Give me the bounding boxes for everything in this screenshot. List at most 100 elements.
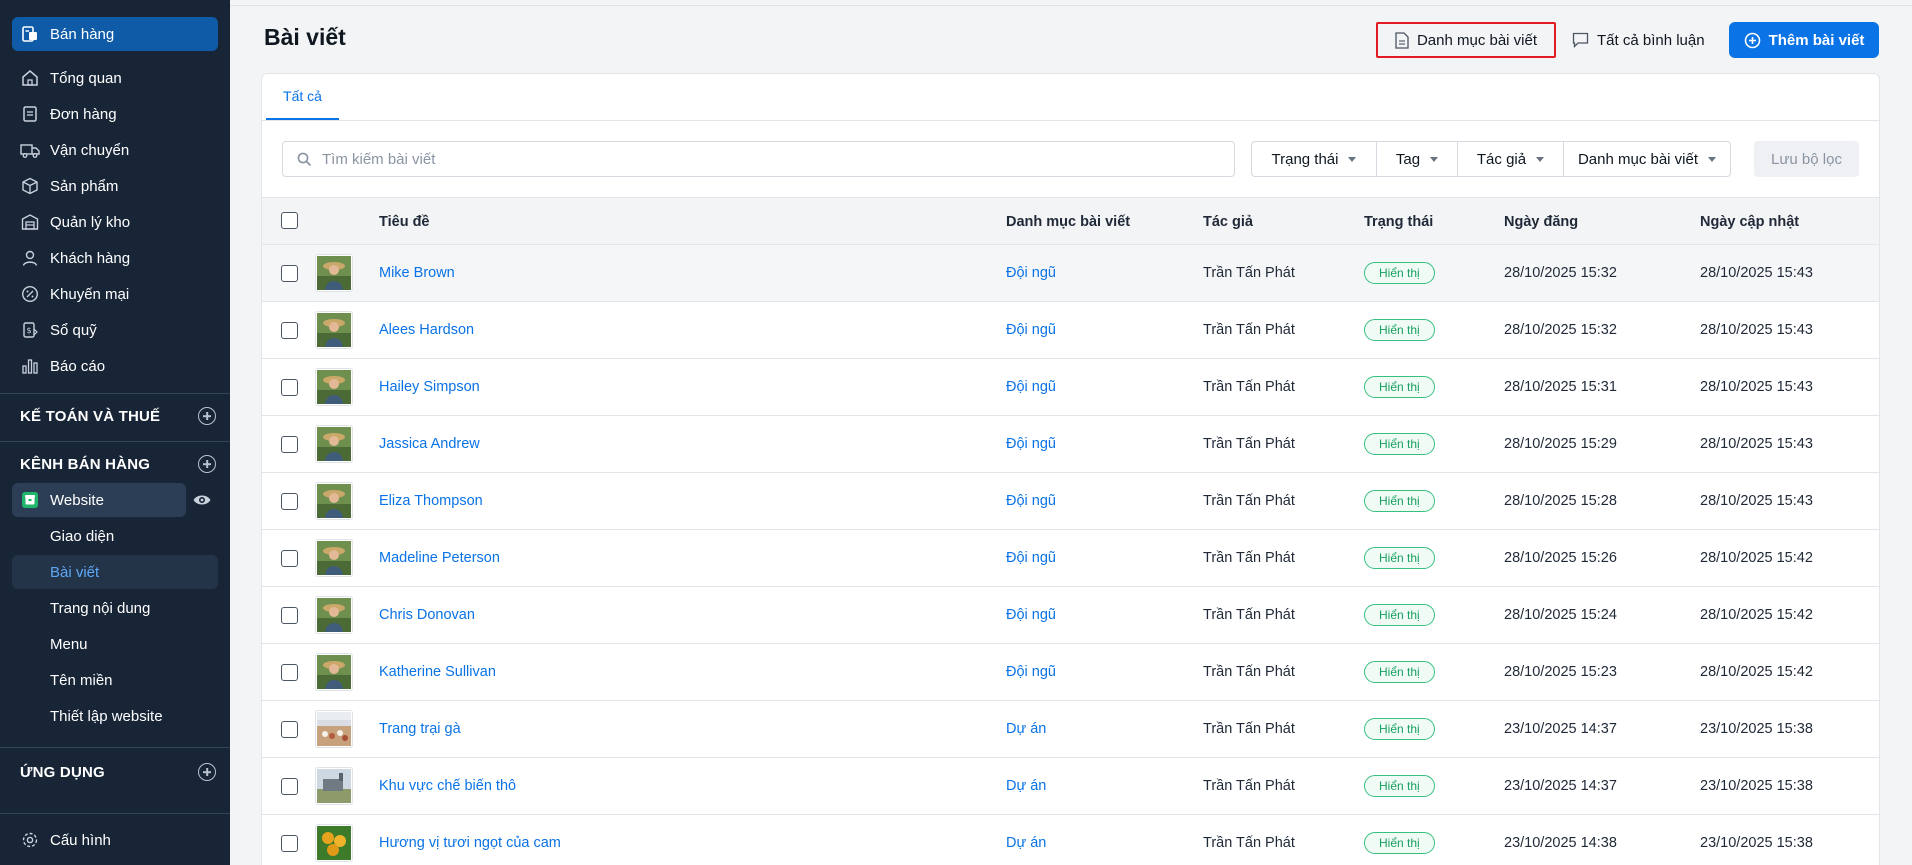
sidebar-sub-domains[interactable]: Tên miền xyxy=(12,663,218,697)
eye-icon[interactable] xyxy=(192,490,212,510)
sidebar-sub-posts[interactable]: Bài viết xyxy=(12,555,218,589)
sidebar-divider xyxy=(0,441,230,442)
post-published-date: 28/10/2025 15:26 xyxy=(1504,550,1617,566)
row-checkbox[interactable] xyxy=(281,778,298,795)
post-category-link[interactable]: Đội ngũ xyxy=(1006,416,1056,472)
table-row[interactable]: Jassica Andrew Đội ngũ Trần Tấn Phát Hiển t… xyxy=(262,416,1879,473)
table-row[interactable]: Alees Hardson Đội ngũ Trần Tấn Phát Hiển th… xyxy=(262,302,1879,359)
sidebar-sub-pages[interactable]: Trang nội dung xyxy=(12,591,218,625)
sidebar-item-products[interactable]: Sản phẩm xyxy=(12,169,218,203)
sidebar-item-customers[interactable]: Khách hàng xyxy=(12,241,218,275)
column-author[interactable]: Tác giả xyxy=(1203,198,1253,245)
post-title-link[interactable]: Alees Hardson xyxy=(379,302,474,358)
sidebar-item-shipping[interactable]: Vận chuyển xyxy=(12,133,218,167)
sidebar-item-sales[interactable]: Bán hàng xyxy=(12,17,218,51)
table-row[interactable]: Mike Brown Đội ngũ Trần Tấn Phát Hiển thị 28… xyxy=(262,245,1879,302)
table-row[interactable]: Hailey Simpson Đội ngũ Trần Tấn Phát Hiển t… xyxy=(262,359,1879,416)
post-category-link[interactable]: Dự án xyxy=(1006,758,1046,814)
post-category-link[interactable]: Dự án xyxy=(1006,701,1046,757)
sidebar-sub-menu[interactable]: Menu xyxy=(12,627,218,661)
sidebar-item-cashbook[interactable]: $ Sổ quỹ xyxy=(12,313,218,347)
add-channel-icon[interactable] xyxy=(198,455,216,473)
sidebar-sub-website-settings[interactable]: Thiết lập website xyxy=(12,699,218,733)
post-title-link[interactable]: Chris Donovan xyxy=(379,587,475,643)
search-input[interactable] xyxy=(322,150,1202,168)
tab-all[interactable]: Tất cả xyxy=(266,74,339,120)
website-store-icon xyxy=(20,490,40,510)
post-title-link[interactable]: Eliza Thompson xyxy=(379,473,483,529)
table-row[interactable]: Madeline Peterson Đội ngũ Trần Tấn Phát Hiể… xyxy=(262,530,1879,587)
filter-tag[interactable]: Tag xyxy=(1377,142,1458,176)
save-filter-button[interactable]: Lưu bộ lọc xyxy=(1754,141,1859,177)
status-cell: Hiển thị xyxy=(1364,701,1435,757)
sidebar-item-settings[interactable]: Cấu hình xyxy=(12,823,218,857)
row-checkbox[interactable] xyxy=(281,493,298,510)
post-categories-button[interactable]: Danh mục bài viết xyxy=(1376,22,1556,58)
post-category-link[interactable]: Đội ngũ xyxy=(1006,245,1056,301)
sidebar-item-reports[interactable]: Báo cáo xyxy=(12,349,218,383)
table-row[interactable]: Khu vực chế biến thô Dự án Trần Tấn Phát Hi… xyxy=(262,758,1879,815)
row-checkbox[interactable] xyxy=(281,379,298,396)
table-row[interactable]: Chris Donovan Đội ngũ Trần Tấn Phát Hiển th… xyxy=(262,587,1879,644)
row-checkbox[interactable] xyxy=(281,835,298,852)
sidebar-item-label: Báo cáo xyxy=(50,357,106,375)
row-checkbox[interactable] xyxy=(281,322,298,339)
table-row[interactable]: Trang trại gà Dự án Trần Tấn Phát Hiển thị 2… xyxy=(262,701,1879,758)
row-checkbox[interactable] xyxy=(281,265,298,282)
post-title-link[interactable]: Jassica Andrew xyxy=(379,416,480,472)
section-apps-label: ỨNG DỤNG xyxy=(20,763,105,781)
comment-icon xyxy=(1572,32,1589,48)
all-comments-button[interactable]: Tất cả bình luận xyxy=(1572,22,1705,58)
post-title-link[interactable]: Madeline Peterson xyxy=(379,530,500,586)
post-updated-date: 28/10/2025 15:42 xyxy=(1700,664,1813,680)
filter-status[interactable]: Trạng thái xyxy=(1252,142,1377,176)
post-category-link[interactable]: Đội ngũ xyxy=(1006,302,1056,358)
post-title-link[interactable]: Katherine Sullivan xyxy=(379,644,496,700)
post-title-link[interactable]: Hương vị tươi ngọt của cam xyxy=(379,815,561,865)
row-checkbox[interactable] xyxy=(281,436,298,453)
sidebar-item-promotions[interactable]: Khuyến mại xyxy=(12,277,218,311)
filter-label: Danh mục bài viết xyxy=(1577,150,1699,168)
add-app-icon[interactable] xyxy=(198,763,216,781)
sidebar-sub-label: Bài viết xyxy=(50,563,100,581)
table-row[interactable]: Katherine Sullivan Đội ngũ Trần Tấn Phát Hi… xyxy=(262,644,1879,701)
table-row[interactable]: Hương vị tươi ngọt của cam Dự án Trần Tấn … xyxy=(262,815,1879,865)
add-post-label: Thêm bài viết xyxy=(1768,31,1865,49)
post-category-link[interactable]: Đội ngũ xyxy=(1006,359,1056,415)
section-accounting: KẾ TOÁN VÀ THUẾ xyxy=(20,405,216,427)
column-published[interactable]: Ngày đăng xyxy=(1504,198,1578,245)
status-badge: Hiển thị xyxy=(1364,262,1435,284)
row-checkbox[interactable] xyxy=(281,550,298,567)
add-accounting-icon[interactable] xyxy=(198,407,216,425)
post-category-link[interactable]: Dự án xyxy=(1006,815,1046,865)
column-status[interactable]: Trạng thái xyxy=(1364,198,1433,245)
post-category-link[interactable]: Đội ngũ xyxy=(1006,530,1056,586)
post-title-link[interactable]: Khu vực chế biến thô xyxy=(379,758,516,814)
post-title-link[interactable]: Mike Brown xyxy=(379,245,455,301)
sidebar-item-label: Tổng quan xyxy=(50,69,122,87)
sidebar-sub-theme[interactable]: Giao diện xyxy=(12,519,218,553)
search-box[interactable] xyxy=(282,141,1235,177)
column-title[interactable]: Tiêu đề xyxy=(379,198,430,245)
filter-category[interactable]: Danh mục bài viết xyxy=(1564,142,1730,176)
select-all-checkbox[interactable] xyxy=(281,212,298,229)
post-category-link[interactable]: Đội ngũ xyxy=(1006,473,1056,529)
document-icon xyxy=(1395,31,1409,49)
row-checkbox[interactable] xyxy=(281,607,298,624)
column-category[interactable]: Danh mục bài viết xyxy=(1006,198,1130,245)
post-title-link[interactable]: Hailey Simpson xyxy=(379,359,480,415)
sidebar-item-inventory[interactable]: Quản lý kho xyxy=(12,205,218,239)
post-title-link[interactable]: Trang trại gà xyxy=(379,701,461,757)
sidebar-item-website[interactable]: Website xyxy=(12,483,186,517)
column-updated[interactable]: Ngày cập nhật xyxy=(1700,198,1799,245)
row-checkbox[interactable] xyxy=(281,721,298,738)
table-row[interactable]: Eliza Thompson Đội ngũ Trần Tấn Phát Hiển t… xyxy=(262,473,1879,530)
post-category-link[interactable]: Đội ngũ xyxy=(1006,587,1056,643)
sidebar-item-label: Sản phẩm xyxy=(50,177,119,195)
add-post-button[interactable]: Thêm bài viết xyxy=(1729,22,1879,58)
post-category-link[interactable]: Đội ngũ xyxy=(1006,644,1056,700)
row-checkbox[interactable] xyxy=(281,664,298,681)
sidebar-item-orders[interactable]: Đơn hàng xyxy=(12,97,218,131)
filter-author[interactable]: Tác giả xyxy=(1458,142,1564,176)
sidebar-item-overview[interactable]: Tổng quan xyxy=(12,61,218,95)
